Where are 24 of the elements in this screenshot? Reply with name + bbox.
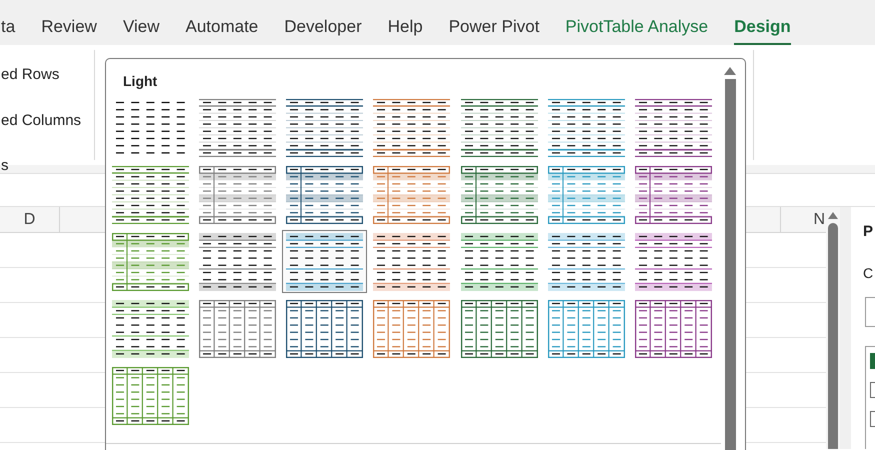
ribbon-option-label[interactable]: ed Rows [1, 64, 60, 86]
ribbon-option-label[interactable]: ed Columns [1, 110, 82, 132]
search-field[interactable] [865, 297, 875, 327]
checkbox[interactable] [870, 382, 875, 398]
ribbon-tab[interactable]: Help [388, 14, 423, 46]
scroll-up-icon[interactable] [724, 66, 736, 75]
ribbon-tab[interactable]: View [122, 14, 160, 46]
ribbon-option-label[interactable]: s [1, 155, 8, 178]
scrollbar-thumb[interactable] [724, 79, 736, 450]
pane-title: P [863, 222, 874, 242]
ribbon-tab[interactable]: Power Pivot [448, 14, 540, 46]
scroll-up-icon[interactable] [828, 211, 838, 219]
ribbon-tab[interactable]: ta [1, 14, 16, 46]
column-header[interactable]: N [813, 208, 825, 232]
column-header[interactable]: D [24, 208, 36, 232]
checkbox[interactable] [870, 353, 875, 369]
pane-label: C [863, 264, 874, 283]
ribbon-tab[interactable]: Review [41, 14, 97, 46]
scrollbar-thumb[interactable] [828, 223, 838, 449]
ribbon-tab[interactable]: Automate [185, 14, 258, 46]
checkbox[interactable] [870, 411, 875, 427]
ribbon-tab[interactable]: Developer [284, 14, 362, 46]
ribbon-tab[interactable]: PivotTable Analyse [565, 14, 708, 46]
gallery-heading: Light [123, 72, 158, 91]
